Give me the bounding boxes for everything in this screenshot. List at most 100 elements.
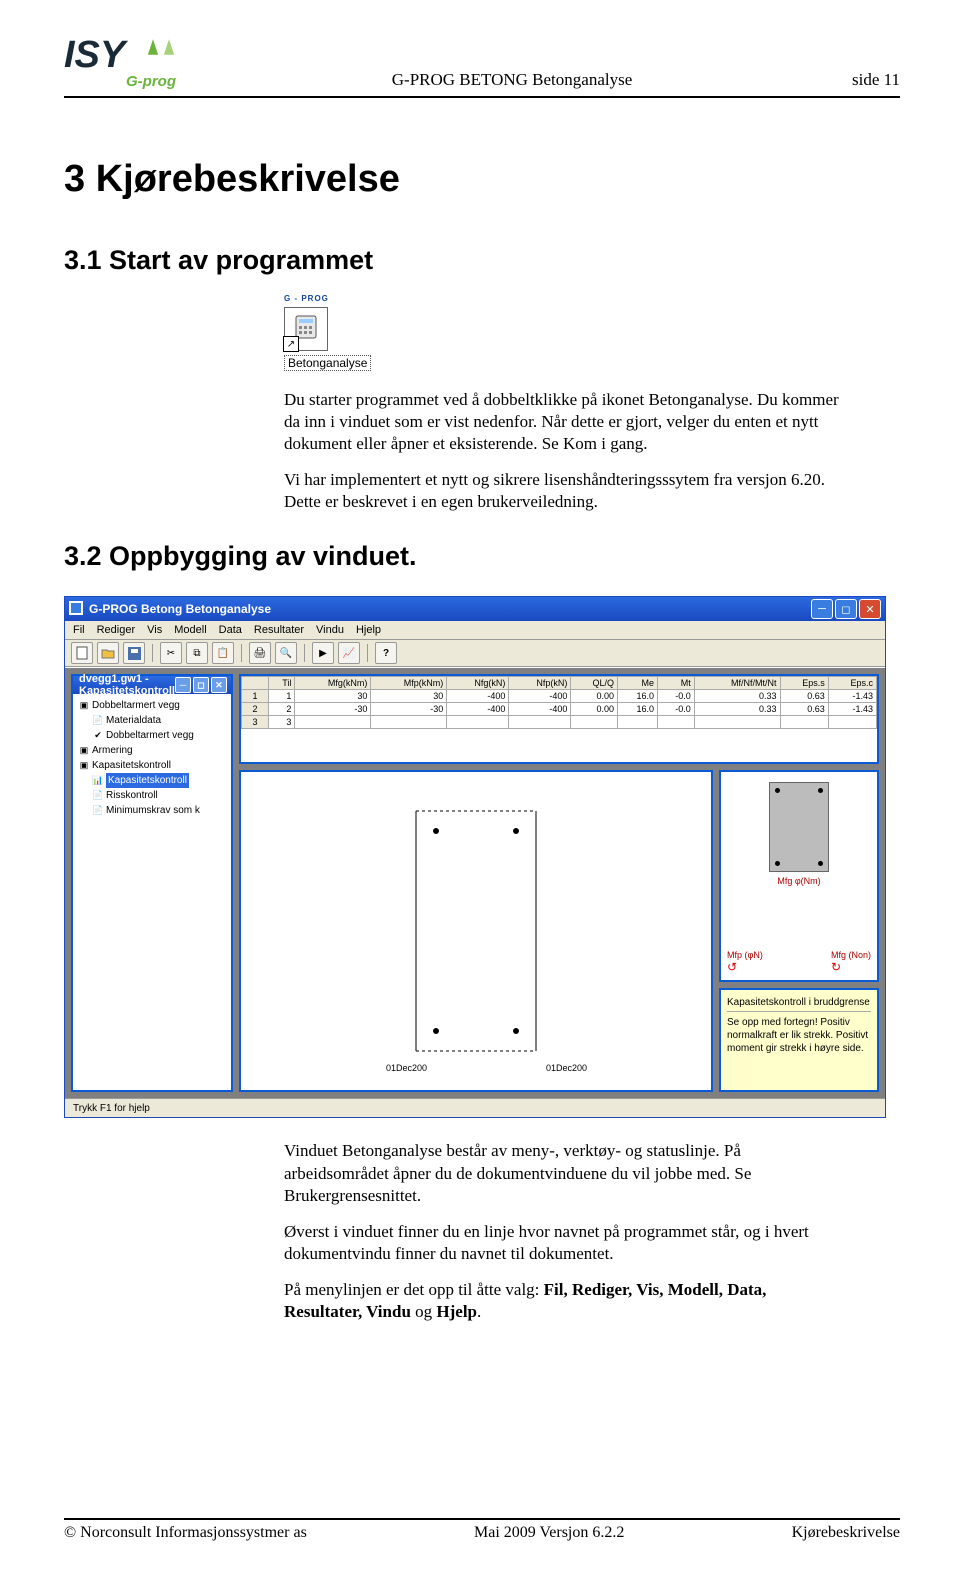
info-title: Kapasitetskontroll i bruddgrense [727,996,871,1012]
app-icon [69,601,83,618]
info-body-text: Se opp med fortegn! Positiv normalkraft … [727,1016,871,1055]
tree-node-icon: 📊 [93,776,103,786]
grid-header: Eps.s [780,677,828,690]
tree-node-icon: 📄 [93,716,103,726]
toolbar-run-icon[interactable]: ▶ [312,642,334,664]
shortcut-label: Betonganalyse [284,355,371,371]
grid-header: Mt [658,677,695,690]
tree-minimize-icon[interactable]: ─ [175,677,191,693]
logo-arrows-icon [146,38,176,56]
close-button[interactable]: ✕ [859,599,881,619]
tree-close-icon[interactable]: ✕ [211,677,227,693]
tree-node-icon: 📄 [93,791,103,801]
tree-item-label: Kapasitetskontroll [106,773,189,788]
paragraph-2: Vi har implementert et nytt og sikrere l… [284,469,844,513]
logo-text: ISY [64,34,125,76]
tree-node-icon: ✔ [93,731,103,741]
grid-header: Mfg(kNm) [295,677,371,690]
toolbar-preview-icon[interactable]: 🔍 [275,642,297,664]
tree-item[interactable]: ▣Dobbeltarmert vegg [75,698,229,713]
toolbar-copy-icon[interactable]: ⧉ [186,642,208,664]
toolbar-new-icon[interactable] [71,642,93,664]
menu-fil[interactable]: Fil [73,624,85,636]
tree-item-label: Armering [92,743,133,758]
toolbar-open-icon[interactable] [97,642,119,664]
svg-text:01Dec200: 01Dec200 [386,1063,427,1073]
grid-header: Nfp(kN) [509,677,571,690]
grid-header: Til [269,677,295,690]
status-text: Trykk F1 for hjelp [73,1103,150,1114]
tree-item-label: Minimumskrav som k [106,803,200,818]
maximize-button[interactable]: ◻ [835,599,857,619]
graph-window: 01Dec200 01Dec200 [239,770,713,1092]
table-row[interactable]: 33 [242,716,877,729]
data-grid[interactable]: TilMfg(kNm)Mfp(kNm)Nfg(kN)Nfp(kN)QL/QMeM… [241,676,877,729]
paragraph-4: Øverst i vinduet finner du en linje hvor… [284,1221,844,1265]
paragraph-3: Vinduet Betonganalyse består av meny-, v… [284,1140,844,1206]
toolbar-paste-icon[interactable]: 📋 [212,642,234,664]
tree-item[interactable]: ▣Kapasitetskontroll [75,758,229,773]
tree-node-icon: ▣ [79,761,89,771]
titlebar: G-PROG Betong Betonganalyse ─ ◻ ✕ [65,597,885,621]
tree-node-icon: ▣ [79,701,89,711]
header-title: G-PROG BETONG Betonganalyse [234,70,790,90]
statusbar: Trykk F1 for hjelp [65,1098,885,1117]
section-heading-3-1: 3.1 Start av programmet [64,245,900,276]
section-heading-3-2: 3.2 Oppbygging av vinduet. [64,541,900,572]
menu-rediger[interactable]: Rediger [97,624,136,636]
menu-hjelp[interactable]: Hjelp [356,624,381,636]
tree-item[interactable]: 📊Kapasitetskontroll [75,773,229,788]
app-window-figure: G-PROG Betong Betonganalyse ─ ◻ ✕ Fil Re… [64,596,886,1118]
paragraph-5: På menylinjen er det opp til åtte valg: … [284,1279,844,1323]
chapter-heading: 3 Kjørebeskrivelse [64,158,900,201]
moment-label-left: Mfp (φN) [727,950,763,960]
menu-modell[interactable]: Modell [174,624,206,636]
menu-vis[interactable]: Vis [147,624,162,636]
menu-vindu[interactable]: Vindu [316,624,344,636]
tree-item[interactable]: ▣Armering [75,743,229,758]
table-row[interactable]: 113030-400-4000.0016.0-0.00.330.63-1.43 [242,690,877,703]
footer-right: Kjørebeskrivelse [792,1524,900,1542]
tree-item-label: Dobbeltarmert vegg [106,728,194,743]
grid-header: Mf/Nf/Mt/Nt [694,677,780,690]
minimize-button[interactable]: ─ [811,599,833,619]
tree-item[interactable]: 📄Materialdata [75,713,229,728]
moment-arrow-right-icon: ↻ [831,960,871,974]
tree-item[interactable]: 📄Minimumskrav som k [75,803,229,818]
menu-resultater[interactable]: Resultater [254,624,304,636]
publisher-logo: ISY G-prog [64,36,234,90]
tree-item[interactable]: 📄Risskontroll [75,788,229,803]
grid-header: Mfp(kNm) [371,677,447,690]
toolbar-cut-icon[interactable]: ✂ [160,642,182,664]
toolbar-save-icon[interactable] [123,642,145,664]
paragraph-1: Du starter programmet ved å dobbeltklikk… [284,389,844,455]
window-title: G-PROG Betong Betonganalyse [89,602,271,616]
table-row[interactable]: 22-30-30-400-4000.0016.0-0.00.330.63-1.4… [242,703,877,716]
toolbar: ✂ ⧉ 📋 🖨 🔍 ▶ 📈 ? [65,640,885,667]
footer-left: © Norconsult Informasjonssystmer as [64,1524,307,1542]
menu-data[interactable]: Data [219,624,242,636]
cross-section-window: Mfg φ(Nm) Mfp (φN) ↺ Mfg (Non) [719,770,879,982]
menubar: Fil Rediger Vis Modell Data Resultater V… [65,621,885,640]
logo-subtext: G-prog [126,73,176,90]
moment-label-top: Mfg φ(Nm) [727,876,871,886]
grid-header: QL/Q [571,677,618,690]
page-footer: © Norconsult Informasjonssystmer as Mai … [64,1510,900,1542]
tree-window: dvegg1.gw1 - Kapasitetskontroll ─ ◻ ✕ ▣D… [71,674,233,1092]
toolbar-print-icon[interactable]: 🖨 [249,642,271,664]
tree-item-label: Risskontroll [106,788,158,803]
shortcut-badge-text: G - PROG [284,294,329,303]
tree-item-label: Materialdata [106,713,161,728]
moment-label-right: Mfg (Non) [831,950,871,960]
tree-maximize-icon[interactable]: ◻ [193,677,209,693]
shortcut-figure: G - PROG ↗ Betonganalyse [284,294,900,371]
toolbar-chart-icon[interactable]: 📈 [338,642,360,664]
grid-header: Me [617,677,657,690]
page-number: side 11 [790,70,900,90]
tree-node-icon: ▣ [79,746,89,756]
shortcut-arrow-icon: ↗ [283,336,299,352]
reinforcement-diagram-icon: 01Dec200 01Dec200 [296,781,656,1081]
toolbar-help-icon[interactable]: ? [375,642,397,664]
grid-header: Eps.c [828,677,876,690]
tree-item[interactable]: ✔Dobbeltarmert vegg [75,728,229,743]
